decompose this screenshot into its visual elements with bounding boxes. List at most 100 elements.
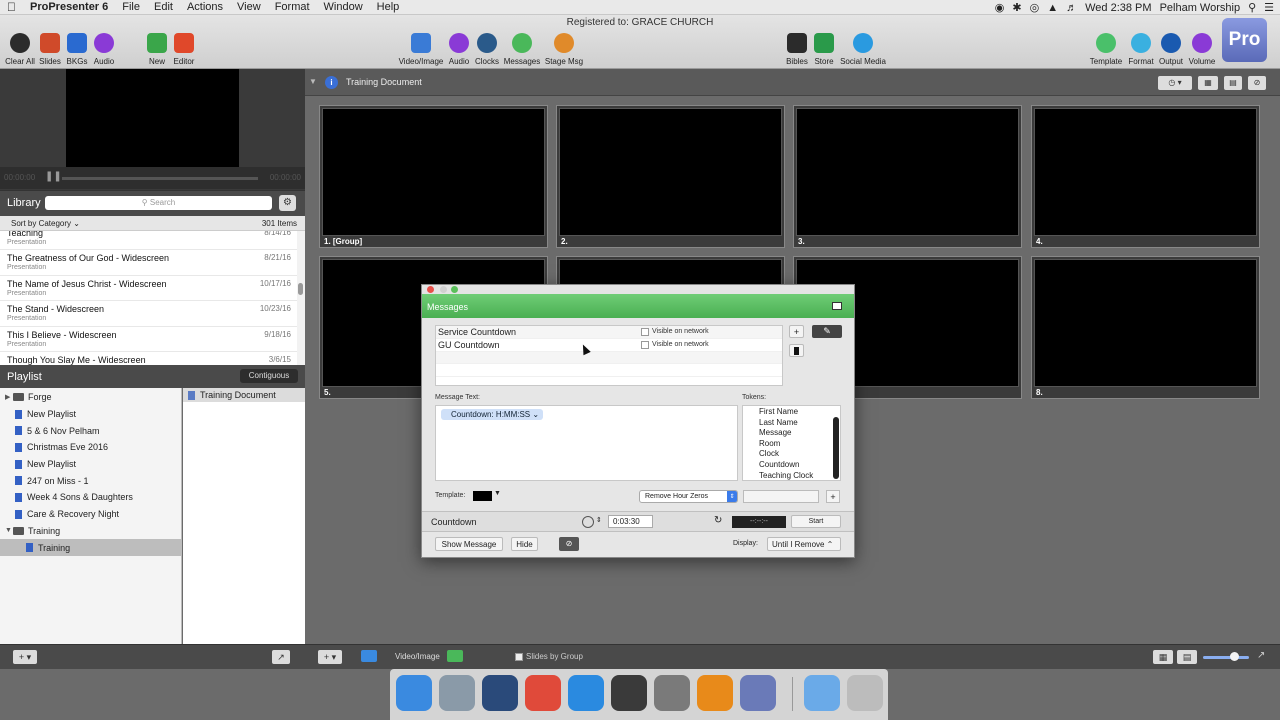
library-item[interactable]: Though You Slay Me - Widescreen3/6/15Pre… [0, 352, 297, 365]
preview-icon[interactable] [439, 675, 475, 711]
add-slide-button[interactable]: + ▾ [318, 650, 342, 664]
library-item[interactable]: Teaching 8/14/16 Presentation [0, 231, 297, 251]
list-layout-icon[interactable]: ▤ [1177, 650, 1197, 664]
transport-scrubber[interactable] [62, 177, 258, 180]
library-item[interactable]: The Stand - Widescreen 10/23/16 Presentati… [0, 301, 297, 327]
clear-message-icon[interactable]: ⊘ [559, 537, 579, 551]
menu-format[interactable]: Format [268, 1, 317, 13]
safari-icon[interactable] [568, 675, 604, 711]
toolbar-stage-msg-button[interactable]: Stage Msg [544, 33, 584, 66]
slides-by-group-checkbox[interactable] [515, 653, 523, 661]
toolbar-editor-button[interactable]: Editor [164, 33, 204, 66]
menu-clock[interactable]: Wed 2:38 PM [1085, 2, 1151, 14]
sort-by-category-dropdown[interactable]: Sort by Category ⌄ [11, 219, 80, 228]
speaker-icon[interactable]: ♬ [1066, 2, 1077, 14]
menu-user[interactable]: Pelham Worship [1160, 2, 1241, 14]
app-menu[interactable]: ProPresenter 6 [23, 1, 115, 13]
slide-thumbnail[interactable]: 8. [1031, 256, 1260, 399]
toolbar-social-media-button[interactable]: Social Media [840, 33, 886, 66]
chevron-down-icon[interactable]: ▼ [494, 490, 501, 497]
token-option-field[interactable] [743, 490, 819, 503]
clear-slide-icon[interactable]: ⊘ [1248, 76, 1266, 90]
record-icon[interactable]: ◉ [995, 1, 1005, 14]
countdown-stepper[interactable]: ⇕ [596, 516, 602, 524]
show-message-button[interactable]: Show Message [435, 537, 503, 551]
spotlight-icon[interactable]: ⚲ [1248, 1, 1256, 14]
menu-window[interactable]: Window [317, 1, 370, 13]
collapse-triangle-icon[interactable]: ▼ [309, 77, 317, 86]
toolbar-store-button[interactable]: Store [804, 33, 844, 66]
library-item[interactable]: This I Believe - Widescreen 9/18/16 Presen… [0, 327, 297, 352]
add-token-button[interactable]: + [826, 490, 840, 503]
menu-view[interactable]: View [230, 1, 268, 13]
grid-view-icon[interactable]: ▦ [1198, 76, 1218, 90]
fullscreen-icon[interactable]: ↗ [1257, 650, 1265, 661]
close-window-icon[interactable] [427, 286, 434, 293]
expand-icon[interactable]: ↗ [272, 650, 290, 664]
playlist-item[interactable]: Care & Recovery Night [0, 506, 181, 523]
info-icon[interactable]: i [325, 76, 338, 89]
table-view-icon[interactable]: ▤ [1224, 76, 1242, 90]
toolbar-video-image-button[interactable]: Video/Image [399, 33, 443, 66]
folder-icon[interactable] [804, 675, 840, 711]
bluetooth-icon[interactable]: ✱ [1012, 1, 1021, 14]
pause-icon[interactable]: ❚❚ [45, 171, 62, 182]
add-playlist-button[interactable]: + ▾ [13, 650, 37, 664]
playlist-item[interactable]: New Playlist [0, 406, 181, 423]
token-item[interactable]: Teaching Clock [743, 471, 840, 482]
playlist-document-item[interactable]: Training Document [183, 388, 305, 402]
playlist-item[interactable]: 247 on Miss - 1 [0, 472, 181, 489]
zoom-slider[interactable] [1203, 656, 1249, 659]
toolbar-template-button[interactable]: Template [1086, 33, 1126, 66]
slide-thumbnail[interactable]: 2. [556, 105, 785, 248]
green-screen-icon[interactable] [447, 650, 463, 662]
apple-icon[interactable]:  [0, 0, 23, 14]
edit-pencil-icon[interactable]: ✎ [812, 325, 842, 338]
trash-icon[interactable] [847, 675, 883, 711]
template-swatch[interactable] [473, 491, 492, 501]
library-item[interactable]: The Greatness of Our God - Widescreen 8/2… [0, 250, 297, 276]
collapse-dialog-icon[interactable] [832, 302, 842, 310]
wifi-icon[interactable]: ◎ [1030, 1, 1040, 14]
library-scrollbar[interactable] [297, 231, 305, 365]
slide-thumbnail[interactable]: 3. [793, 105, 1022, 248]
token-item[interactable]: Last Name [743, 418, 840, 429]
tokens-scrollbar[interactable] [833, 417, 839, 479]
clock-icon[interactable] [582, 516, 594, 528]
airplay-icon[interactable]: ▲ [1047, 2, 1058, 14]
token-item[interactable]: Message [743, 428, 840, 439]
slide-thumbnail[interactable]: 4. [1031, 105, 1260, 248]
reset-icon[interactable]: ↻ [714, 515, 722, 526]
timer-dropdown-icon[interactable]: ◷ ▾ [1158, 76, 1192, 90]
playlist-item[interactable]: Christmas Eve 2016 [0, 439, 181, 456]
library-item[interactable]: The Name of Jesus Christ - Widescreen 10/… [0, 276, 297, 302]
menu-file[interactable]: File [115, 1, 147, 13]
start-button[interactable]: Start [791, 515, 841, 528]
gear-icon[interactable]: ⚙ [279, 195, 296, 211]
countdown-token[interactable]: Countdown: H:MM:SS ⌄ [441, 409, 544, 420]
remove-hour-zeros-select[interactable]: Remove Hour Zeros ⇕ [639, 490, 738, 503]
message-row-gu-countdown[interactable]: GU Countdown Visible on network [436, 339, 782, 352]
token-item[interactable]: Clock [743, 449, 840, 460]
toolbar-audio-button[interactable]: Audio [84, 33, 124, 66]
toolbar-messages-button[interactable]: Messages [502, 33, 542, 66]
final-cut-icon[interactable] [611, 675, 647, 711]
message-text-field[interactable]: Countdown: H:MM:SS ⌄ [435, 405, 738, 481]
visible-on-network-checkbox[interactable] [641, 328, 649, 336]
menu-actions[interactable]: Actions [180, 1, 230, 13]
token-item[interactable]: First Name [743, 407, 840, 418]
zoom-window-icon[interactable] [451, 286, 458, 293]
display-select[interactable]: Until I Remove ⌃ [767, 537, 841, 551]
visible-on-network-checkbox[interactable] [641, 340, 649, 349]
token-item[interactable]: Room [743, 439, 840, 450]
playlist-item[interactable]: Training [0, 539, 181, 556]
toolbar-clocks-button[interactable]: Clocks [467, 33, 507, 66]
quicktime-icon[interactable] [482, 675, 518, 711]
notification-center-icon[interactable]: ☰ [1264, 1, 1274, 14]
playlist-item[interactable]: Week 4 Sons & Daughters [0, 489, 181, 506]
vlc-icon[interactable] [697, 675, 733, 711]
toolbar-volume-button[interactable]: Volume [1182, 33, 1222, 66]
propresenter-icon[interactable] [740, 675, 776, 711]
system-preferences-icon[interactable] [654, 675, 690, 711]
disclosure-closed-icon[interactable]: ▶ [5, 393, 13, 401]
